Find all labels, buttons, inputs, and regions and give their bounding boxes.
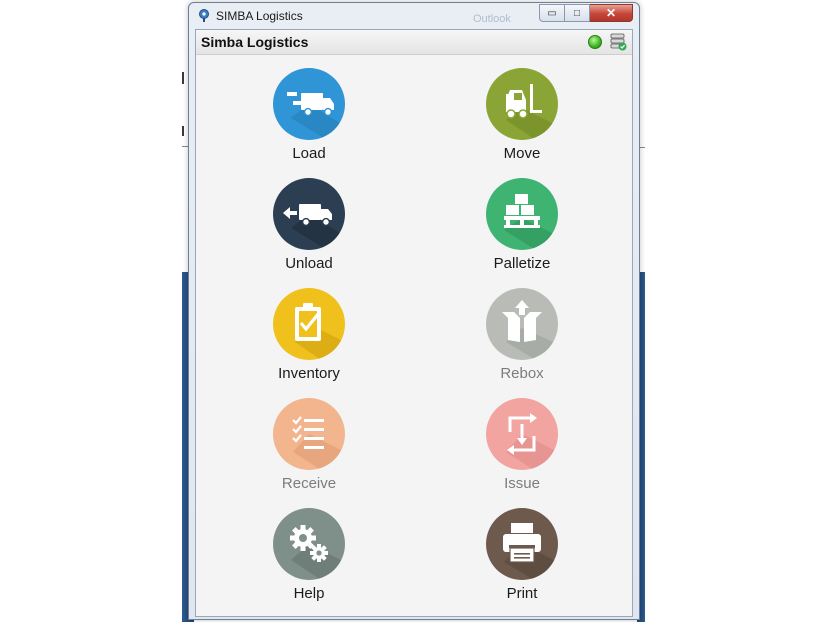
minimize-button[interactable]: ▭ [539, 4, 565, 22]
rebox-tile-circle [486, 288, 558, 360]
menu-tile-move[interactable]: Move [452, 68, 592, 162]
window-title: SIMBA Logistics [216, 9, 303, 23]
background-window-title: Outlook [473, 13, 511, 25]
menu-tile-issue[interactable]: Issue [452, 398, 592, 492]
clipboard-check-icon [295, 303, 345, 360]
maximize-button[interactable]: □ [565, 4, 590, 22]
receive-tile-circle [273, 398, 345, 470]
menu-tile-help[interactable]: Help [239, 508, 379, 602]
inventory-label: Inventory [278, 365, 340, 382]
app-window: SIMBA Logistics Outlook ▭ □ ✕ Simba Logi… [188, 2, 640, 620]
truck-load-icon [287, 92, 345, 140]
rebox-label: Rebox [500, 365, 544, 382]
load-tile-circle [273, 68, 345, 140]
truck-unload-icon [283, 204, 345, 250]
move-tile-circle [486, 68, 558, 140]
palletize-label: Palletize [493, 255, 551, 272]
gears-icon [290, 525, 345, 580]
window-titlebar[interactable]: SIMBA Logistics Outlook ▭ □ ✕ [189, 3, 639, 29]
palletize-tile-circle [486, 178, 558, 250]
pallet-boxes-icon [504, 194, 558, 250]
menu-tile-load[interactable]: Load [239, 68, 379, 162]
load-label: Load [292, 145, 326, 162]
print-label: Print [506, 585, 538, 602]
app-logo-icon [199, 9, 209, 22]
connection-status-icon [588, 35, 602, 49]
unload-label: Unload [285, 255, 333, 272]
receive-label: Receive [281, 475, 337, 492]
menu-tile-unload[interactable]: Unload [239, 178, 379, 272]
printer-icon [503, 523, 558, 580]
close-button[interactable]: ✕ [590, 4, 633, 22]
menu-tile-receive[interactable]: Receive [239, 398, 379, 492]
app-header-title: Simba Logistics [201, 34, 309, 50]
unload-tile-circle [273, 178, 345, 250]
menu-tile-inventory[interactable]: Inventory [239, 288, 379, 382]
app-client-area: Simba Logistics Load Move Unload Palleti… [195, 29, 633, 617]
forklift-icon [506, 84, 558, 140]
print-tile-circle [486, 508, 558, 580]
transfer-arrows-icon [506, 413, 558, 470]
issue-tile-circle [486, 398, 558, 470]
issue-label: Issue [504, 475, 540, 492]
app-header: Simba Logistics [196, 30, 632, 55]
menu-tile-print[interactable]: Print [452, 508, 592, 602]
menu-tile-palletize[interactable]: Palletize [452, 178, 592, 272]
move-label: Move [503, 145, 541, 162]
checklist-icon [292, 416, 345, 470]
background-window-edge [182, 72, 184, 84]
open-box-icon [502, 300, 558, 360]
help-tile-circle [273, 508, 345, 580]
help-label: Help [293, 585, 325, 602]
menu-tile-rebox[interactable]: Rebox [452, 288, 592, 382]
inventory-tile-circle [273, 288, 345, 360]
background-window-edge [182, 126, 184, 136]
server-check-icon[interactable] [610, 33, 628, 51]
window-controls: ▭ □ ✕ [539, 4, 633, 22]
